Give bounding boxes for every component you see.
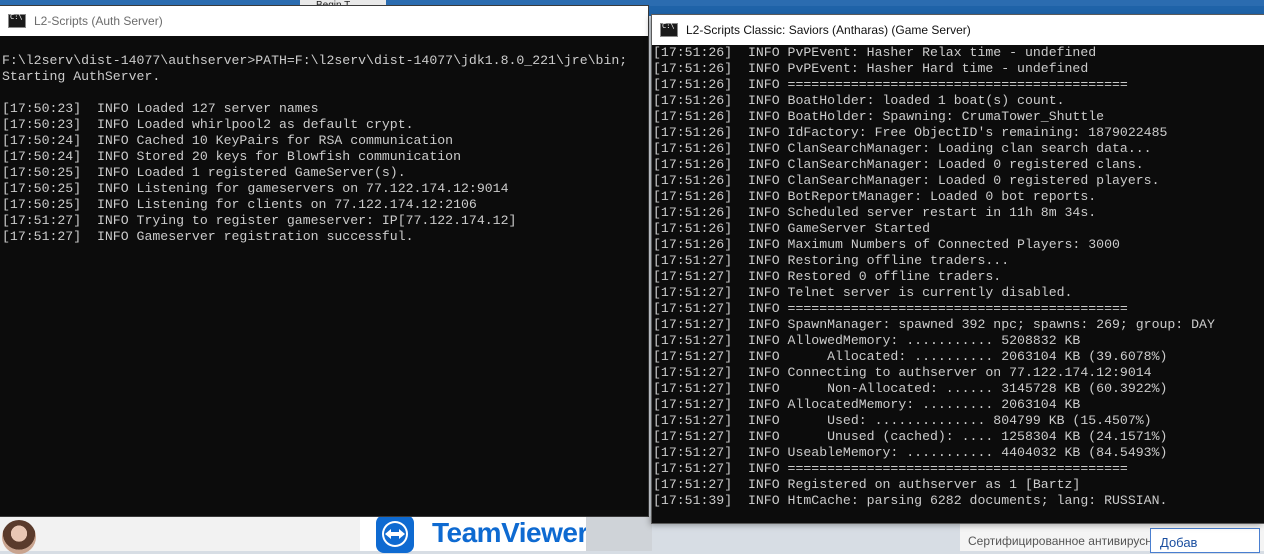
log-line: [17:51:26] INFO ClanSearchManager: Loade…	[653, 173, 1160, 188]
log-line: [17:51:27] INFO Used: .............. 804…	[653, 413, 1152, 428]
log-line: [17:50:24] INFO Stored 20 keys for Blowf…	[2, 149, 461, 164]
log-line: [17:51:26] INFO BoatHolder: Spawning: Cr…	[653, 109, 1105, 124]
log-line: [17:50:25] INFO Loaded 1 registered Game…	[2, 165, 406, 180]
log-line: [17:51:26] INFO GameServer Started	[653, 221, 930, 236]
log-line: [17:51:26] INFO BotReportManager: Loaded…	[653, 189, 1097, 204]
auth-log-output: [17:50:23] INFO Loaded 127 server names[…	[2, 101, 516, 245]
console-icon	[8, 13, 26, 28]
auth-server-console-window[interactable]: L2-Scripts (Auth Server) F:\l2serv\dist-…	[0, 6, 648, 516]
log-line: [17:51:27] INFO AllowedMemory: .........…	[653, 333, 1081, 348]
log-line: [17:51:27] INFO ========================…	[653, 461, 1128, 476]
log-line: [17:51:26] INFO Maximum Numbers of Conne…	[653, 237, 1120, 252]
log-line: [17:51:27] INFO Connecting to authserver…	[653, 365, 1152, 380]
antivirus-add-button-label: Добав	[1160, 535, 1198, 550]
background-panel	[0, 516, 360, 551]
log-line: [17:51:27] INFO Gameserver registration …	[2, 229, 414, 244]
auth-window-titlebar[interactable]: L2-Scripts (Auth Server)	[0, 6, 648, 36]
log-line: [17:51:27] INFO ========================…	[653, 301, 1128, 316]
log-line: [17:51:27] INFO Telnet server is current…	[653, 285, 1073, 300]
log-line: [17:50:25] INFO Listening for clients on…	[2, 197, 477, 212]
console-line: Starting AuthServer.	[2, 69, 161, 84]
log-line: [17:51:27] INFO Allocated: .......... 20…	[653, 349, 1168, 364]
avatar[interactable]	[2, 520, 36, 554]
log-line: [17:51:27] INFO Non-Allocated: ...... 31…	[653, 381, 1168, 396]
teamviewer-logo-icon	[376, 515, 414, 553]
auth-command-output: F:\l2serv\dist-14077\authserver>PATH=F:\…	[2, 53, 627, 85]
log-line: [17:51:26] INFO IdFactory: Free ObjectID…	[653, 125, 1168, 140]
log-line: [17:51:39] INFO HtmCache: parsing 6282 d…	[653, 493, 1168, 508]
log-line: [17:51:27] INFO UseableMemory: .........…	[653, 445, 1168, 460]
log-line: [17:50:23] INFO Loaded 127 server names	[2, 101, 319, 116]
log-line: [17:51:26] INFO PvPEvent: Hasher Hard ti…	[653, 61, 1089, 76]
game-window-title: L2-Scripts Classic: Saviors (Antharas) (…	[686, 23, 971, 37]
log-line: [17:51:26] INFO PvPEvent: Hasher Relax t…	[653, 45, 1097, 60]
log-line: [17:51:27] INFO Restored 0 offline trade…	[653, 269, 1002, 284]
log-line: [17:51:27] INFO Restoring offline trader…	[653, 253, 1010, 268]
game-window-titlebar[interactable]: L2-Scripts Classic: Saviors (Antharas) (…	[652, 15, 1264, 45]
game-log-output: [17:51:26] INFO PvPEvent: Hasher Relax t…	[653, 45, 1215, 509]
log-line: [17:51:27] INFO Registered on authserver…	[653, 477, 1081, 492]
background-gap	[586, 516, 652, 551]
log-line: [17:50:24] INFO Cached 10 KeyPairs for R…	[2, 133, 454, 148]
log-line: [17:51:26] INFO ========================…	[653, 77, 1128, 92]
log-line: [17:51:27] INFO Trying to register games…	[2, 213, 517, 228]
auth-window-title: L2-Scripts (Auth Server)	[34, 14, 163, 28]
log-line: [17:50:23] INFO Loaded whirlpool2 as def…	[2, 117, 414, 132]
console-line: F:\l2serv\dist-14077\authserver>PATH=F:\…	[2, 53, 628, 68]
log-line: [17:50:25] INFO Listening for gameserver…	[2, 181, 509, 196]
log-line: [17:51:26] INFO ClanSearchManager: Loadi…	[653, 141, 1152, 156]
log-line: [17:51:26] INFO Scheduled server restart…	[653, 205, 1097, 220]
log-line: [17:51:27] INFO AllocatedMemory: .......…	[653, 397, 1081, 412]
log-line: [17:51:26] INFO BoatHolder: loaded 1 boa…	[653, 93, 1065, 108]
log-line: [17:51:27] INFO SpawnManager: spawned 39…	[653, 317, 1215, 332]
log-line: [17:51:26] INFO ClanSearchManager: Loade…	[653, 157, 1144, 172]
teamviewer-name: TeamViewer	[432, 517, 588, 548]
log-line: [17:51:27] INFO Unused (cached): .... 12…	[653, 429, 1168, 444]
console-icon	[660, 22, 678, 37]
game-server-console-window[interactable]: L2-Scripts Classic: Saviors (Antharas) (…	[652, 15, 1264, 523]
